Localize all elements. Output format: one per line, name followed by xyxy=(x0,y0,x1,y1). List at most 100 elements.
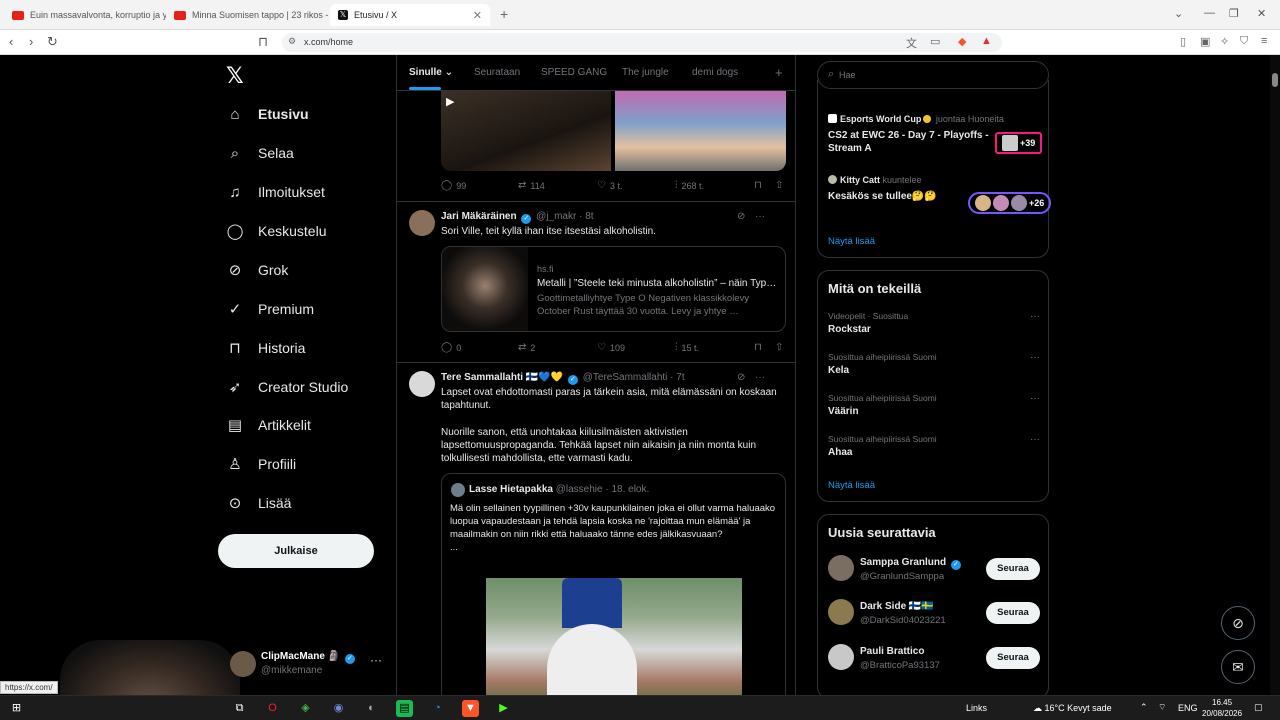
follow-button[interactable]: Seuraa xyxy=(986,647,1040,669)
tweet-author[interactable]: Tere Sammallahti 🇫🇮💙💛 ✓ @TereSammallahti… xyxy=(441,372,685,385)
avatar[interactable] xyxy=(409,371,435,397)
suggested-user[interactable]: Samppa Granlund ✓ @GranlundSamppa Seuraa xyxy=(828,555,1040,585)
vpn-icon[interactable]: ⛉ xyxy=(1240,35,1248,48)
tweet-media-video[interactable] xyxy=(441,91,611,171)
links-toolbar[interactable]: Links xyxy=(966,703,987,713)
bookmark-button[interactable]: ⊓ xyxy=(754,180,762,191)
trend-item[interactable]: Suosittua aiheipiirissä Suomi Väärin ··· xyxy=(828,393,1040,417)
nav-item-profile[interactable]: ♙ Profiili xyxy=(226,452,296,476)
network-icon[interactable]: ⌔ xyxy=(1158,702,1166,713)
tweet-author[interactable]: Jari Mäkäräinen ✓ @j_makr · 8t xyxy=(441,211,594,224)
close-window-icon[interactable]: ✕ xyxy=(1257,7,1266,20)
clock-time[interactable]: 16.45 xyxy=(1212,698,1232,707)
tab-list-icon[interactable]: ⌄ xyxy=(1174,7,1183,20)
menu-icon[interactable]: ≡ xyxy=(1261,35,1267,47)
edge-icon[interactable]: ◔ xyxy=(429,700,446,717)
forward-icon[interactable]: › xyxy=(29,34,33,49)
scrollbar-thumb[interactable] xyxy=(1272,73,1278,87)
account-switcher[interactable]: ClipMacMane 🗿 ✓ @mikkemane ··· xyxy=(230,645,390,685)
views-button[interactable]: ⫶ 15 t. xyxy=(675,342,699,353)
more-icon[interactable]: ··· xyxy=(755,372,765,383)
reload-icon[interactable]: ↻ xyxy=(47,34,58,50)
reply-button[interactable]: ◯ 0 xyxy=(441,342,461,353)
new-tab-button[interactable]: + xyxy=(500,6,508,22)
notification-icon[interactable]: ▢ xyxy=(1254,702,1263,713)
x-logo-icon[interactable]: 𝕏 xyxy=(226,63,244,89)
translate-icon[interactable]: 文 xyxy=(906,35,917,51)
nav-item-home[interactable]: ⌂ Etusivu xyxy=(226,102,308,126)
tab-speed-gang[interactable]: SPEED GANG xyxy=(541,67,607,78)
browser-tab[interactable]: Euin massavalvonta, korruptio ja yk… xyxy=(4,4,166,26)
nav-item-notifications[interactable]: ♫ Ilmoitukset xyxy=(226,180,325,204)
brave-rewards-icon[interactable]: ▲ xyxy=(981,35,992,47)
cast-icon[interactable]: ▭ xyxy=(930,35,940,48)
add-tab-icon[interactable]: + xyxy=(775,65,783,80)
like-button[interactable]: ♡ 3 t. xyxy=(597,180,622,191)
app-icon[interactable]: ◈ xyxy=(297,700,314,717)
nav-item-more[interactable]: ⊙ Lisää xyxy=(226,491,292,515)
more-icon[interactable]: ··· xyxy=(755,211,765,222)
windows-start-icon[interactable]: ⊞ xyxy=(8,700,25,717)
tab-demi-dogs[interactable]: demi dogs xyxy=(692,67,738,78)
like-button[interactable]: ♡ 109 xyxy=(597,342,625,353)
reply-button[interactable]: ◯ 99 xyxy=(441,180,466,191)
nav-item-grok[interactable]: ⊘ Grok xyxy=(226,258,289,282)
messages-floating-button[interactable]: ✉ xyxy=(1221,650,1255,684)
nav-item-premium[interactable]: ✓ Premium xyxy=(226,297,314,321)
wallet-icon[interactable]: ▣ xyxy=(1200,35,1210,48)
sidebar-icon[interactable]: ▯ xyxy=(1180,35,1186,48)
grok-icon[interactable]: ⊘ xyxy=(737,211,745,222)
show-more-link[interactable]: Näytä lisää xyxy=(828,480,875,491)
grok-icon[interactable]: ⊘ xyxy=(737,372,745,383)
nav-item-articles[interactable]: ▤ Artikkelit xyxy=(226,413,311,437)
tab-following[interactable]: Seurataan xyxy=(474,67,520,78)
nav-item-explore[interactable]: ⌕ Selaa xyxy=(226,141,294,165)
opera-icon[interactable]: O xyxy=(264,700,281,717)
share-button[interactable]: ⇧ xyxy=(775,180,783,191)
tab-the-jungle[interactable]: The jungle xyxy=(622,67,669,78)
url-field[interactable]: x.com/home xyxy=(282,33,1002,52)
scrollbar[interactable] xyxy=(1270,55,1280,695)
clock-date[interactable]: 20/08/2026 xyxy=(1202,709,1242,718)
back-icon[interactable]: ‹ xyxy=(9,34,13,49)
language-indicator[interactable]: ENG xyxy=(1178,703,1198,713)
brave-shield-icon[interactable]: ◆ xyxy=(958,35,966,48)
brave-icon[interactable]: ▼ xyxy=(462,700,479,717)
weather-widget[interactable]: ☁ 16°C Kevyt sade xyxy=(1033,703,1112,714)
grok-floating-button[interactable]: ⊘ xyxy=(1221,606,1255,640)
nav-item-chat[interactable]: ◯ Keskustelu xyxy=(226,219,327,243)
bookmark-page-icon[interactable]: ⊓ xyxy=(258,34,268,50)
follow-button[interactable]: Seuraa xyxy=(986,602,1040,624)
trend-item[interactable]: Suosittua aiheipiirissä Suomi Ahaa ··· xyxy=(828,434,1040,458)
maximize-icon[interactable]: ❐ xyxy=(1229,7,1239,20)
live-listener-count[interactable]: +39 xyxy=(995,132,1043,154)
browser-tab-active[interactable]: 𝕏 Etusivu / X ✕ xyxy=(330,4,490,26)
search-input[interactable]: ⌕ Hae xyxy=(817,61,1049,89)
app-icon[interactable]: ◐ xyxy=(363,700,380,717)
app-icon[interactable]: ▤ xyxy=(396,700,413,717)
avatar[interactable] xyxy=(409,210,435,236)
close-tab-icon[interactable]: ✕ xyxy=(473,9,482,22)
leo-icon[interactable]: ✧ xyxy=(1220,35,1229,48)
nav-item-creator-studio[interactable]: ➶ Creator Studio xyxy=(226,375,349,399)
quoted-tweet[interactable]: Lasse Hietapakka @lassehie · 18. elok. M… xyxy=(441,473,786,695)
repost-button[interactable]: ⇄ 2 xyxy=(518,342,535,353)
more-icon[interactable]: ··· xyxy=(370,653,382,667)
live-listener-count[interactable]: +26 xyxy=(968,192,1052,214)
trend-item[interactable]: Videopelit · Suosittua Rockstar ··· xyxy=(828,311,1040,335)
suggested-user[interactable]: Pauli Brattico @BratticoPa93137 Seuraa xyxy=(828,644,1040,674)
repost-button[interactable]: ⇄ 114 xyxy=(518,180,545,191)
task-view-icon[interactable]: ⧉ xyxy=(231,700,248,717)
views-button[interactable]: ⫶ 268 t. xyxy=(675,180,704,191)
bookmark-button[interactable]: ⊓ xyxy=(754,342,762,353)
site-info-icon[interactable]: ⚙ xyxy=(288,36,296,47)
minimize-icon[interactable]: — xyxy=(1204,7,1215,19)
trend-item[interactable]: Suosittua aiheipiirissä Suomi Kela ··· xyxy=(828,352,1040,376)
kick-icon[interactable]: ▶ xyxy=(495,700,512,717)
follow-button[interactable]: Seuraa xyxy=(986,558,1040,580)
browser-tab[interactable]: Minna Suomisen tappo | 23 rikos - H xyxy=(166,4,328,26)
suggested-user[interactable]: Dark Side 🇫🇮🇸🇪 @DarkSid04023221 Seuraa xyxy=(828,599,1040,629)
nav-item-bookmarks[interactable]: ⊓ Historia xyxy=(226,336,305,360)
post-button[interactable]: Julkaise xyxy=(218,534,374,568)
system-tray-chevron-icon[interactable]: ⌃ xyxy=(1140,702,1148,713)
